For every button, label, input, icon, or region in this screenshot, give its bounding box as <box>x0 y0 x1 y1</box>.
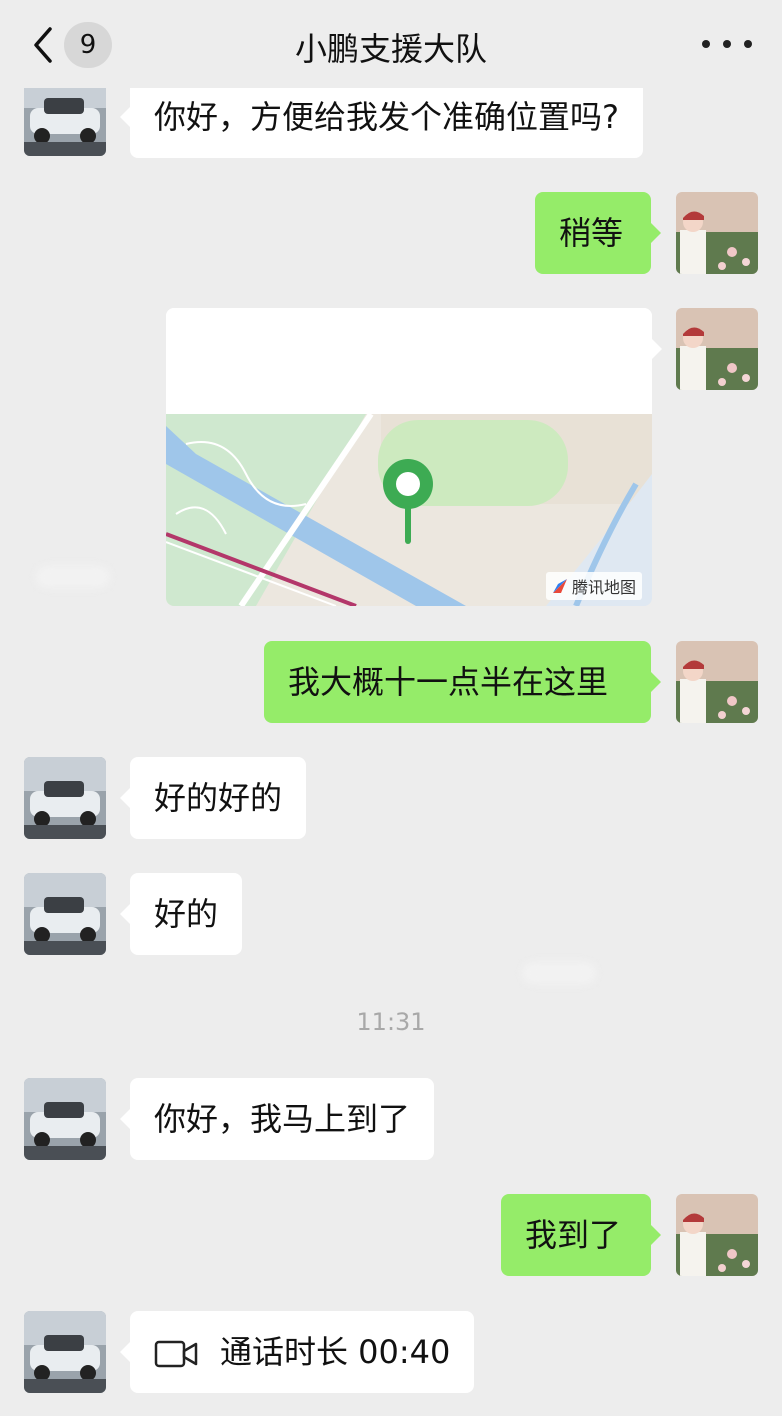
my-avatar[interactable] <box>676 192 758 274</box>
video-call-icon <box>154 1339 198 1369</box>
map-thumbnail: 腾讯地图 <box>166 414 652 606</box>
my-avatar[interactable] <box>676 641 758 723</box>
map-pin-icon <box>383 459 433 544</box>
tencent-map-logo-icon <box>552 579 567 593</box>
map-provider-label: 腾讯地图 <box>545 572 642 600</box>
location-title-area <box>166 308 652 414</box>
chat-title: 小鹏支援大队 <box>294 30 487 68</box>
contact-avatar[interactable] <box>24 1078 106 1160</box>
message-outgoing[interactable]: 稍等 <box>535 192 661 274</box>
message-outgoing[interactable]: 我到了 <box>501 1194 661 1276</box>
my-avatar[interactable] <box>676 1194 758 1276</box>
location-card[interactable]: 腾讯地图 <box>166 308 652 606</box>
message-incoming[interactable]: 好的 <box>119 873 243 955</box>
message-incoming[interactable]: 你好，方便给我发个准确位置吗? <box>120 76 643 158</box>
blur-mark <box>36 566 110 588</box>
my-avatar[interactable] <box>676 308 758 390</box>
timestamp: 11:31 <box>356 1008 426 1036</box>
more-icon[interactable] <box>702 36 752 52</box>
message-incoming[interactable]: 好的好的 <box>119 757 307 839</box>
message-outgoing[interactable]: 我大概十一点半在这里 <box>264 641 661 723</box>
blur-mark <box>522 962 596 984</box>
call-duration-label: 通话时长 00:40 <box>220 1333 451 1371</box>
contact-avatar[interactable] <box>24 757 106 839</box>
nav-bar: 9 小鹏支援大队 <box>0 0 782 88</box>
message-incoming[interactable]: 你好，我马上到了 <box>119 1078 435 1160</box>
contact-avatar[interactable] <box>24 1311 106 1393</box>
bubble-tail <box>652 339 662 359</box>
call-record-message[interactable]: 通话时长 00:40 <box>119 1311 475 1393</box>
contact-avatar[interactable] <box>24 873 106 955</box>
